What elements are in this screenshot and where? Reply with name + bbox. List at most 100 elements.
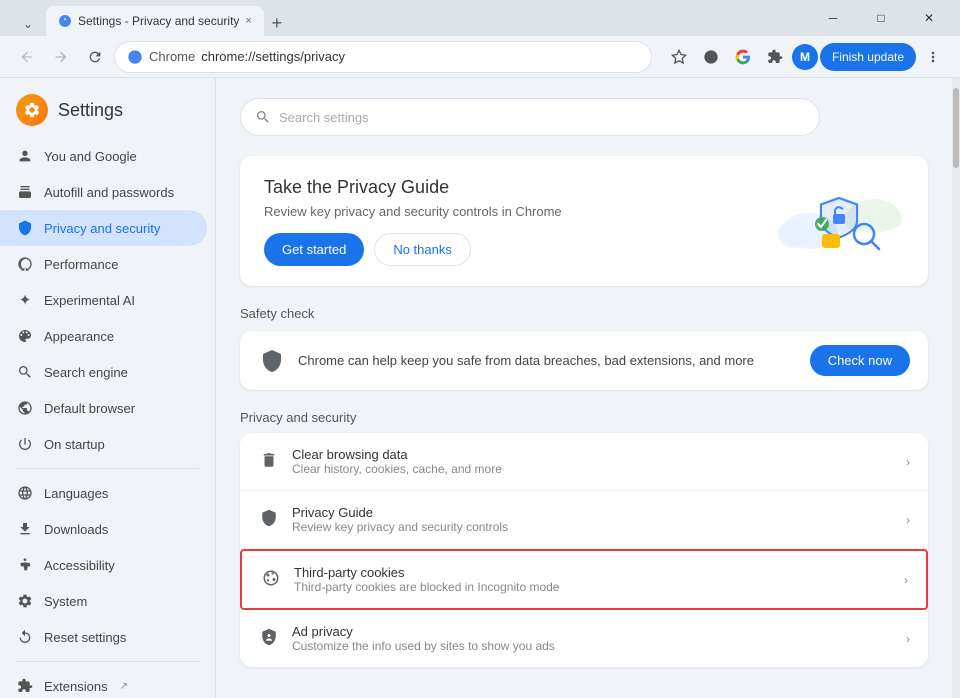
downloads-icon — [16, 520, 34, 538]
privacy-item-clear-browsing[interactable]: Clear browsing data Clear history, cooki… — [240, 433, 928, 491]
system-icon — [16, 592, 34, 610]
clear-browsing-chevron: › — [906, 455, 910, 469]
nav-bar: Chrome chrome://settings/privacy M Finis… — [0, 36, 960, 78]
active-tab[interactable]: Settings - Privacy and security × — [46, 6, 264, 36]
privacy-guide-title: Privacy Guide — [292, 505, 508, 520]
tab-area: ⌄ Settings - Privacy and security × + — [16, 0, 810, 36]
scroll-indicator[interactable] — [952, 78, 960, 698]
new-tab-btn[interactable]: + — [264, 10, 290, 36]
settings-header: Settings — [0, 86, 215, 138]
safety-check-heading: Safety check — [240, 306, 928, 321]
experimental-ai-icon: ✦ — [16, 291, 34, 309]
privacy-guide-icon — [258, 507, 280, 529]
settings-logo — [16, 94, 48, 126]
tab-list-btn[interactable]: ⌄ — [16, 12, 40, 36]
ad-privacy-chevron: › — [906, 632, 910, 646]
address-bar[interactable]: Chrome chrome://settings/privacy — [114, 41, 652, 73]
address-favicon — [127, 49, 143, 65]
sidebar-label-extensions: Extensions — [44, 679, 108, 694]
sidebar-item-extensions[interactable]: Extensions ↗ — [0, 668, 207, 698]
scroll-thumb — [953, 88, 959, 168]
privacy-guide-chevron: › — [906, 513, 910, 527]
google-btn[interactable] — [728, 42, 758, 72]
search-engine-icon — [16, 363, 34, 381]
sidebar-item-performance[interactable]: Performance — [0, 246, 207, 282]
search-placeholder: Search settings — [279, 110, 369, 125]
avatar-btn[interactable]: M — [792, 44, 818, 70]
privacy-section-heading: Privacy and security — [240, 410, 928, 425]
default-browser-icon — [16, 399, 34, 417]
sidebar-label-search-engine: Search engine — [44, 365, 128, 380]
privacy-item-third-party-cookies[interactable]: Third-party cookies Third-party cookies … — [240, 549, 928, 610]
tab-close-btn[interactable]: × — [245, 15, 251, 27]
content-area: Search settings Take the Privacy Guide R… — [216, 78, 952, 698]
title-bar: ⌄ Settings - Privacy and security × + ─ … — [0, 0, 960, 36]
privacy-item-text-cookies: Third-party cookies Third-party cookies … — [294, 565, 559, 594]
sidebar-item-appearance[interactable]: Appearance — [0, 318, 207, 354]
maximize-btn[interactable]: □ — [858, 3, 904, 33]
safety-check-text: Chrome can help keep you safe from data … — [298, 353, 754, 368]
check-now-btn[interactable]: Check now — [810, 345, 910, 376]
extensions-external-icon: ↗ — [120, 681, 128, 692]
bookmark-btn[interactable] — [664, 42, 694, 72]
sidebar-item-reset-settings[interactable]: Reset settings — [0, 619, 207, 655]
more-btn[interactable] — [918, 42, 948, 72]
sidebar-label-appearance: Appearance — [44, 329, 114, 344]
third-party-cookies-subtitle: Third-party cookies are blocked in Incog… — [294, 580, 559, 594]
clear-browsing-subtitle: Clear history, cookies, cache, and more — [292, 462, 502, 476]
sidebar-item-on-startup[interactable]: On startup — [0, 426, 207, 462]
search-bar[interactable]: Search settings — [240, 98, 820, 136]
sidebar-label-accessibility: Accessibility — [44, 558, 115, 573]
get-started-btn[interactable]: Get started — [264, 233, 364, 266]
minimize-btn[interactable]: ─ — [810, 3, 856, 33]
sidebar-item-languages[interactable]: Languages — [0, 475, 207, 511]
accessibility-icon — [16, 556, 34, 574]
finish-update-btn[interactable]: Finish update — [820, 43, 916, 71]
privacy-item-left-cookies: Third-party cookies Third-party cookies … — [260, 565, 559, 594]
third-party-cookies-title: Third-party cookies — [294, 565, 559, 580]
guide-card: Take the Privacy Guide Review key privac… — [240, 156, 928, 286]
third-party-cookies-icon — [260, 567, 282, 589]
sidebar-item-default-browser[interactable]: Default browser — [0, 390, 207, 426]
sidebar-divider-2 — [16, 661, 199, 662]
tab-title: Settings - Privacy and security — [78, 14, 239, 28]
guide-card-title: Take the Privacy Guide — [264, 177, 562, 198]
sidebar-label-autofill: Autofill and passwords — [44, 185, 174, 200]
privacy-item-text-ad: Ad privacy Customize the info used by si… — [292, 624, 555, 653]
back-btn[interactable] — [12, 42, 42, 72]
third-party-cookies-chevron: › — [904, 573, 908, 587]
sidebar-item-autofill[interactable]: Autofill and passwords — [0, 174, 207, 210]
profile-btn[interactable] — [696, 42, 726, 72]
nav-icons: M Finish update — [664, 42, 948, 72]
privacy-item-ad-privacy[interactable]: Ad privacy Customize the info used by si… — [240, 610, 928, 667]
privacy-item-left-guide: Privacy Guide Review key privacy and sec… — [258, 505, 508, 534]
sidebar-item-accessibility[interactable]: Accessibility — [0, 547, 207, 583]
safety-card-left: Chrome can help keep you safe from data … — [258, 347, 754, 375]
privacy-item-left-clear: Clear browsing data Clear history, cooki… — [258, 447, 502, 476]
autofill-icon — [16, 183, 34, 201]
sidebar-item-system[interactable]: System — [0, 583, 207, 619]
main-layout: Settings You and Google Autofill and pas… — [0, 78, 960, 698]
sidebar-item-experimental-ai[interactable]: ✦ Experimental AI — [0, 282, 207, 318]
sidebar-label-privacy: Privacy and security — [44, 221, 160, 236]
privacy-item-left-ad: Ad privacy Customize the info used by si… — [258, 624, 555, 653]
sidebar-item-privacy[interactable]: Privacy and security — [0, 210, 207, 246]
safety-card: Chrome can help keep you safe from data … — [240, 331, 928, 390]
sidebar-item-search-engine[interactable]: Search engine — [0, 354, 207, 390]
window-controls: ─ □ ✕ — [810, 3, 952, 33]
reload-btn[interactable] — [80, 42, 110, 72]
forward-btn[interactable] — [46, 42, 76, 72]
no-thanks-btn[interactable]: No thanks — [374, 233, 471, 266]
close-btn[interactable]: ✕ — [906, 3, 952, 33]
extensions-btn[interactable] — [760, 42, 790, 72]
privacy-item-text-clear: Clear browsing data Clear history, cooki… — [292, 447, 502, 476]
search-icon — [255, 109, 271, 125]
ad-privacy-icon — [258, 626, 280, 648]
sidebar-item-downloads[interactable]: Downloads — [0, 511, 207, 547]
privacy-item-privacy-guide[interactable]: Privacy Guide Review key privacy and sec… — [240, 491, 928, 549]
sidebar-label-performance: Performance — [44, 257, 118, 272]
extensions-sidebar-icon — [16, 677, 34, 695]
sidebar-item-you-and-google[interactable]: You and Google — [0, 138, 207, 174]
sidebar-label-languages: Languages — [44, 486, 108, 501]
sidebar-label-experimental-ai: Experimental AI — [44, 293, 135, 308]
